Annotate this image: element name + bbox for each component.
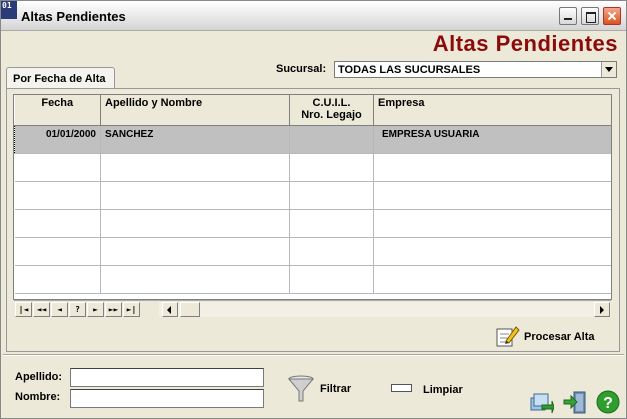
next-page-button[interactable]: ►► — [105, 302, 122, 317]
nombre-label: Nombre: — [15, 391, 61, 403]
apellido-input[interactable] — [70, 368, 264, 387]
filtrar-label: Filtrar — [320, 383, 352, 395]
main-window: 01 Altas Pendientes Altas Pendientes Suc… — [0, 0, 627, 419]
table-row[interactable] — [14, 237, 611, 266]
table-row[interactable] — [14, 209, 611, 238]
cell-empresa[interactable]: EMPRESA USUARIA — [373, 125, 611, 154]
table-row[interactable] — [14, 181, 611, 210]
column-header-cuil[interactable]: C.U.I.L. Nro. Legajo — [289, 95, 374, 126]
divider — [3, 354, 624, 356]
edit-document-icon — [496, 326, 520, 347]
exit-door-icon[interactable] — [562, 389, 588, 415]
prev-page-button[interactable]: ◄◄ — [33, 302, 50, 317]
sucursal-select[interactable]: TODAS LAS SUCURSALES — [334, 61, 617, 78]
export-icon[interactable] — [528, 389, 554, 415]
close-button[interactable] — [603, 7, 621, 25]
scroll-left-button[interactable] — [162, 302, 178, 317]
help-icon[interactable]: ? — [595, 389, 621, 415]
sucursal-value: TODAS LAS SUCURSALES — [338, 64, 481, 76]
column-header-empresa[interactable]: Empresa — [373, 95, 611, 126]
column-header-apellido-nombre[interactable]: Apellido y Nombre — [100, 95, 290, 126]
chevron-down-icon[interactable] — [601, 62, 616, 77]
procesar-alta-label: Procesar Alta — [524, 331, 595, 343]
horizontal-scrollbar[interactable] — [159, 302, 611, 317]
window-title: Altas Pendientes — [21, 9, 126, 24]
record-navigator: |◄ ◄◄ ◄ ? ► ►► ►| — [14, 300, 611, 317]
nombre-input[interactable] — [70, 389, 264, 408]
page-title: Altas Pendientes — [432, 31, 618, 56]
funnel-icon — [287, 375, 315, 402]
minimize-button[interactable] — [559, 7, 577, 25]
scroll-thumb[interactable] — [180, 302, 200, 317]
sucursal-label: Sucursal: — [276, 63, 327, 75]
table-row[interactable] — [14, 265, 611, 294]
svg-text:?: ? — [603, 395, 613, 412]
last-record-button[interactable]: ►| — [123, 302, 140, 317]
eraser-icon — [391, 384, 412, 392]
column-header-fecha[interactable]: Fecha — [14, 95, 101, 126]
cell-nombre[interactable]: SANCHEZ — [100, 125, 290, 154]
prev-record-button[interactable]: ◄ — [51, 302, 68, 317]
cell-fecha[interactable]: 01/01/2000 — [14, 125, 101, 154]
table-row[interactable] — [14, 153, 611, 182]
first-record-button[interactable]: |◄ — [15, 302, 32, 317]
limpiar-label: Limpiar — [423, 384, 463, 396]
scroll-right-button[interactable] — [594, 302, 610, 317]
next-record-button[interactable]: ► — [87, 302, 104, 317]
search-record-button[interactable]: ? — [69, 302, 86, 317]
maximize-button[interactable] — [581, 7, 599, 25]
table-row[interactable]: 01/01/2000 SANCHEZ EMPRESA USUARIA — [14, 125, 611, 154]
title-bar[interactable]: 01 Altas Pendientes — [1, 1, 626, 31]
altas-grid[interactable]: Fecha Apellido y Nombre C.U.I.L. Nro. Leg… — [13, 94, 612, 300]
cell-cuil[interactable] — [289, 125, 374, 154]
apellido-label: Apellido: — [15, 371, 63, 383]
app-icon: 01 — [1, 1, 17, 19]
tab-por-fecha-de-alta[interactable]: Por Fecha de Alta — [6, 67, 115, 89]
